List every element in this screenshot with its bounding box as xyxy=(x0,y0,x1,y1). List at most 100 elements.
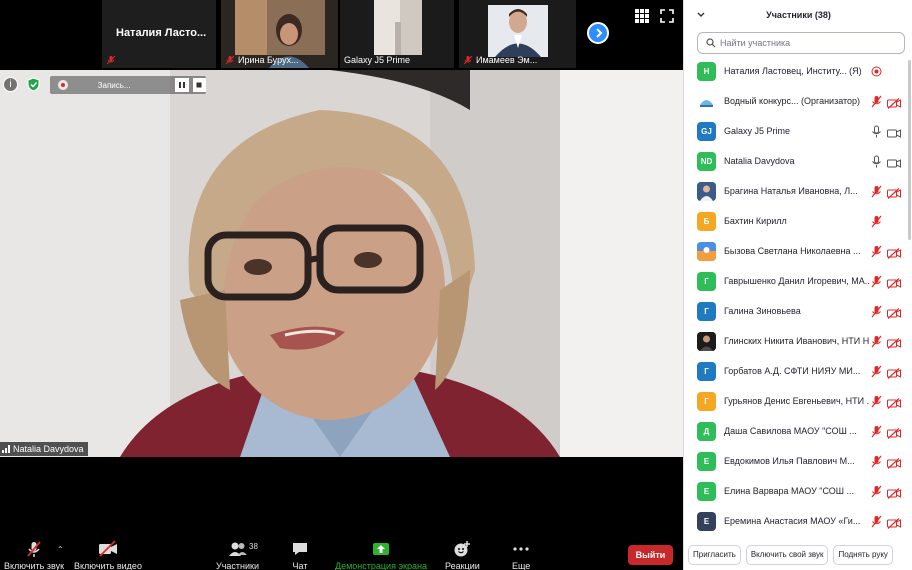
video-off-icon[interactable] xyxy=(887,276,901,289)
share-screen-label: Демонстрация экрана xyxy=(335,561,427,570)
muted-mic-icon[interactable] xyxy=(871,365,882,378)
meeting-toolbar: Включить звук ⌃ Включить видео Участники… xyxy=(0,457,683,570)
participants-label: Участники xyxy=(216,561,259,570)
main-video: Natalia Davydova xyxy=(0,70,683,457)
participant-name: Даша Савилова МАОУ "СОШ ... xyxy=(724,426,857,436)
participant-row[interactable]: Е Елина Варвара МАОУ "СОШ ... xyxy=(684,477,912,507)
video-off-icon[interactable] xyxy=(887,336,901,349)
muted-mic-icon[interactable] xyxy=(871,515,882,528)
recording-icon xyxy=(58,80,68,90)
info-icon[interactable]: i xyxy=(3,77,18,92)
muted-mic-icon xyxy=(225,55,235,65)
participant-row[interactable]: Г Горбатов А.Д. СФТИ НИЯУ МИ... xyxy=(684,357,912,387)
mic-icon[interactable] xyxy=(871,155,882,168)
recording-bar: Запись... xyxy=(50,76,207,94)
participant-row[interactable]: Бызова Светлана Николаевна ... xyxy=(684,237,912,267)
mic-icon[interactable] xyxy=(871,125,882,138)
participant-list: Н Наталия Ластовец, Институ... (Я) Водный … xyxy=(684,57,912,537)
scrollbar[interactable] xyxy=(908,60,911,240)
muted-mic-icon[interactable] xyxy=(871,95,882,108)
participant-row[interactable]: Г Гаврышенко Данил Игоревич, МА... xyxy=(684,267,912,297)
participant-row[interactable]: Е Еремина Анастасия МАОУ «Ги... xyxy=(684,507,912,537)
thumbnail-tile[interactable]: Ирина Бурух... xyxy=(221,0,338,68)
video-off-icon[interactable] xyxy=(887,516,901,529)
participant-search[interactable] xyxy=(697,32,905,54)
fullscreen-icon[interactable] xyxy=(660,9,674,23)
thumbnail-tile[interactable]: Наталия Ласто... xyxy=(102,0,216,68)
avatar: Г xyxy=(697,392,716,411)
gallery-view-icon[interactable] xyxy=(635,9,649,23)
invite-button[interactable]: Пригласить xyxy=(688,545,741,565)
pause-recording-button[interactable] xyxy=(174,78,189,92)
muted-mic-icon[interactable] xyxy=(871,395,882,408)
avatar: Д xyxy=(697,422,716,441)
unmute-button[interactable]: Включить звук xyxy=(4,540,64,570)
reactions-button[interactable]: Реакции xyxy=(445,540,480,570)
recording-label: Запись... xyxy=(97,80,131,90)
muted-mic-icon[interactable] xyxy=(871,185,882,198)
reactions-label: Реакции xyxy=(445,561,480,570)
muted-mic-icon[interactable] xyxy=(871,245,882,258)
muted-mic-icon xyxy=(27,541,41,557)
video-off-icon[interactable] xyxy=(887,96,901,109)
avatar: ND xyxy=(697,152,716,171)
muted-mic-icon[interactable] xyxy=(871,485,882,498)
chat-button[interactable]: Чат xyxy=(291,540,309,570)
video-off-icon[interactable] xyxy=(887,486,901,499)
audio-options-icon[interactable]: ⌃ xyxy=(57,545,64,554)
participant-name: Галина Зиновьева xyxy=(724,306,801,316)
unmute-label: Включить звук xyxy=(4,561,65,570)
participant-row[interactable]: Б Бахтин Кирилл xyxy=(684,207,912,237)
chevron-right-icon xyxy=(596,28,603,38)
video-off-icon[interactable] xyxy=(887,396,901,409)
muted-mic-icon[interactable] xyxy=(871,455,882,468)
muted-mic-icon[interactable] xyxy=(871,275,882,288)
leave-meeting-button[interactable]: Выйти xyxy=(628,545,673,565)
participant-name: Бахтин Кирилл xyxy=(724,216,787,226)
stop-recording-button[interactable] xyxy=(192,78,207,92)
shield-icon[interactable] xyxy=(26,77,41,92)
next-page-button[interactable] xyxy=(587,22,609,44)
participant-name: Брагина Наталья Ивановна, Л... xyxy=(724,186,858,196)
participant-row[interactable]: Г Галина Зиновьева xyxy=(684,297,912,327)
signal-icon xyxy=(2,445,10,453)
raise-hand-button[interactable]: Поднять руку xyxy=(833,545,893,565)
muted-mic-icon[interactable] xyxy=(871,305,882,318)
recording-status-icon[interactable] xyxy=(871,65,882,78)
video-icon[interactable] xyxy=(887,156,901,168)
reactions-icon xyxy=(454,541,471,557)
video-off-icon[interactable] xyxy=(887,366,901,379)
participant-row[interactable]: Н Наталия Ластовец, Институ... (Я) xyxy=(684,57,912,87)
participant-row[interactable]: Глинских Никита Иванович, НТИ Н... xyxy=(684,327,912,357)
avatar xyxy=(697,92,716,111)
unmute-me-button[interactable]: Включить свой звук xyxy=(745,545,829,565)
thumbnail-tile[interactable]: Имамеев Эм... xyxy=(459,0,576,68)
participant-name: Горбатов А.Д. СФТИ НИЯУ МИ... xyxy=(724,366,861,376)
thumbnail-tile[interactable]: Galaxy J5 Prime xyxy=(340,0,454,68)
more-button[interactable]: Еще xyxy=(512,540,530,570)
participant-row[interactable]: Г Гурьянов Денис Евгеньевич, НТИ ... xyxy=(684,387,912,417)
participant-row[interactable]: ND Natalia Davydova xyxy=(684,147,912,177)
search-input[interactable] xyxy=(720,38,900,48)
share-screen-button[interactable]: Демонстрация экрана xyxy=(335,540,427,570)
video-off-icon[interactable] xyxy=(887,306,901,319)
participant-row[interactable]: Брагина Наталья Ивановна, Л... xyxy=(684,177,912,207)
video-off-icon[interactable] xyxy=(887,186,901,199)
muted-mic-icon[interactable] xyxy=(871,335,882,348)
muted-mic-icon[interactable] xyxy=(871,425,882,438)
thumbnail-name: Ирина Бурух... xyxy=(238,55,299,65)
participant-row[interactable]: Е Евдокимов Илья Павлович М... xyxy=(684,447,912,477)
avatar: Е xyxy=(697,482,716,501)
video-off-icon[interactable] xyxy=(887,246,901,259)
muted-mic-icon[interactable] xyxy=(871,215,882,228)
video-off-icon[interactable] xyxy=(887,426,901,439)
participant-row[interactable]: GJ Galaxy J5 Prime xyxy=(684,117,912,147)
video-off-icon[interactable] xyxy=(887,456,901,469)
meeting-area: Наталия Ласто... Ирина Бурух... Galaxy J… xyxy=(0,0,683,570)
participant-row[interactable]: Водный конкурс... (Организатор) xyxy=(684,87,912,117)
participant-name: Глинских Никита Иванович, НТИ Н... xyxy=(724,336,869,346)
start-video-button[interactable]: Включить видео xyxy=(74,540,142,570)
video-icon[interactable] xyxy=(887,126,901,138)
participant-name: Гурьянов Денис Евгеньевич, НТИ ... xyxy=(724,396,869,406)
participant-row[interactable]: Д Даша Савилова МАОУ "СОШ ... xyxy=(684,417,912,447)
